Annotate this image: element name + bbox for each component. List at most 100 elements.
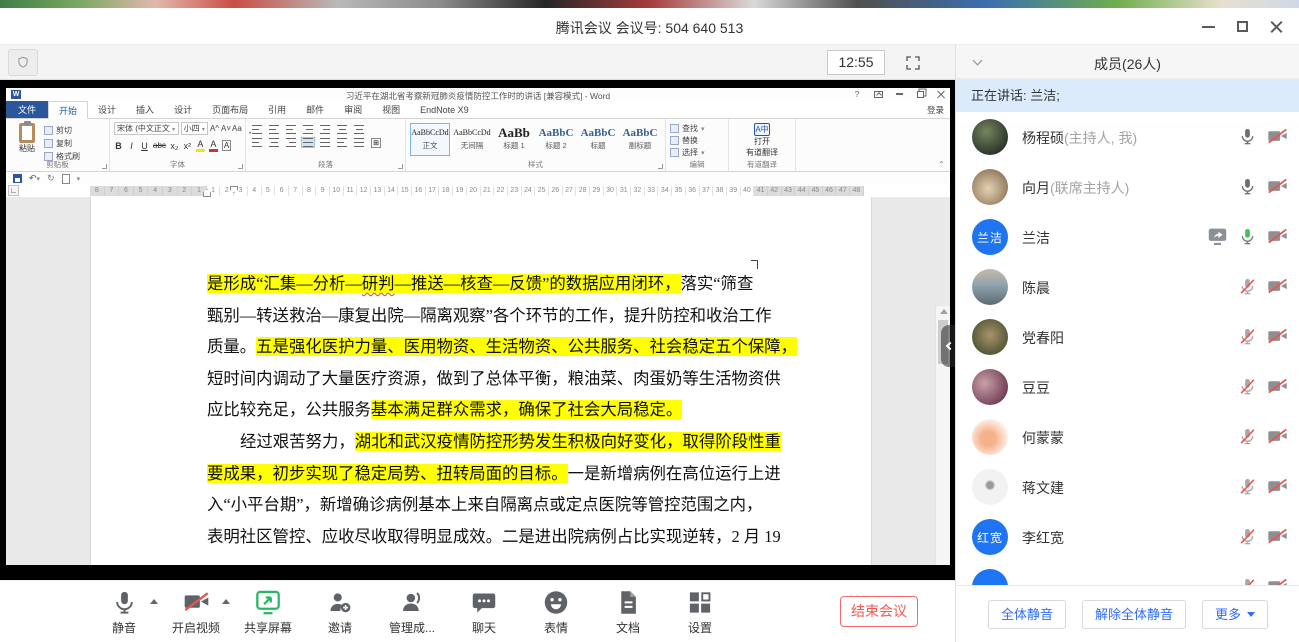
mic-icon[interactable] (1237, 126, 1258, 147)
ribbon-tab-2[interactable]: 设计 (88, 101, 126, 118)
mic-muted-icon[interactable] (1237, 376, 1258, 397)
options-caret-icon[interactable] (222, 599, 230, 604)
underline-button[interactable]: U (140, 141, 149, 151)
camera-off-icon[interactable] (1267, 576, 1288, 585)
toolbar-chat-button[interactable]: 聊天 (448, 587, 520, 636)
show-formatting-marks-button[interactable] (352, 124, 366, 135)
select-button[interactable]: 选择▾ (670, 147, 724, 158)
copy-button[interactable]: 复制 (44, 138, 80, 149)
strikethrough-button[interactable]: abc (153, 141, 166, 150)
ribbon-tab-10[interactable]: EndNote X9 (410, 101, 479, 118)
mute-all-button[interactable]: 全体静音 (988, 600, 1066, 629)
bold-button[interactable]: B (114, 141, 123, 151)
mic-muted-icon[interactable] (1237, 476, 1258, 497)
align-center-button[interactable] (267, 137, 281, 148)
style-chip[interactable]: AaBbCcDd正文 (410, 123, 450, 156)
member-row[interactable]: 向月(联席主持人) (956, 162, 1299, 212)
camera-off-icon[interactable] (1267, 476, 1288, 497)
mic-muted-icon[interactable] (1237, 326, 1258, 347)
camera-off-icon[interactable] (1267, 526, 1288, 547)
numbered-list-button[interactable] (267, 124, 281, 135)
camera-off-icon[interactable] (1267, 326, 1288, 347)
decrease-indent-button[interactable] (301, 124, 315, 135)
security-shield-button[interactable] (8, 49, 38, 76)
word-help-button[interactable]: ? (851, 89, 863, 99)
mic-muted-icon[interactable] (1237, 276, 1258, 297)
ribbon-tab-6[interactable]: 引用 (258, 101, 296, 118)
tab-stop-selector[interactable]: ∟ (8, 185, 19, 196)
paragraph-dialog-launcher[interactable] (398, 164, 403, 169)
italic-button[interactable]: I (127, 141, 136, 151)
toolbar-emoji-button[interactable]: 表情 (520, 587, 592, 636)
sidebar-collapse-handle[interactable] (941, 325, 955, 367)
unmute-all-button[interactable]: 解除全体静音 (1082, 600, 1186, 629)
member-row[interactable]: 红宽李红宽 (956, 512, 1299, 562)
mic-muted-icon[interactable] (1237, 426, 1258, 447)
end-meeting-button[interactable]: 结束会议 (840, 596, 918, 627)
word-minimize-button[interactable] (893, 89, 905, 99)
align-right-button[interactable] (284, 137, 298, 148)
ribbon-tab-3[interactable]: 插入 (126, 101, 164, 118)
member-row[interactable]: 豆豆 (956, 362, 1299, 412)
sort-button[interactable] (335, 124, 349, 135)
style-chip[interactable]: AaBb标题 1 (494, 123, 534, 156)
toolbar-mic-button[interactable]: 静音 (88, 587, 160, 636)
paste-button[interactable]: 粘贴 (10, 122, 44, 160)
superscript-button[interactable]: x² (183, 141, 192, 151)
scroll-up-arrow[interactable] (940, 309, 948, 314)
line-spacing-button[interactable] (335, 137, 349, 148)
ribbon-tab-5[interactable]: 页面布局 (202, 101, 258, 118)
qat-customize-arrow[interactable]: ▾ (77, 175, 81, 183)
subscript-button[interactable]: x₂ (170, 141, 179, 151)
ribbon-tab-1[interactable]: 开始 (48, 101, 88, 119)
bullet-list-button[interactable] (250, 124, 264, 135)
mic-muted-icon[interactable] (1237, 576, 1258, 585)
close-button[interactable] (1259, 12, 1293, 42)
save-icon[interactable] (13, 174, 22, 183)
shrink-font-button[interactable]: A˅ (221, 124, 230, 133)
replace-button[interactable]: 替换 (670, 135, 724, 146)
align-left-button[interactable] (250, 137, 264, 148)
toolbar-settings-button[interactable]: 设置 (664, 587, 736, 636)
font-dialog-launcher[interactable] (238, 164, 243, 169)
toolbar-doc-button[interactable]: 文档 (592, 587, 664, 636)
style-chip[interactable]: AaBbC副标题 (620, 123, 660, 156)
options-caret-icon[interactable] (150, 599, 158, 604)
mic-muted-icon[interactable] (1237, 526, 1258, 547)
grow-font-button[interactable]: A^ (210, 124, 219, 133)
cut-button[interactable]: 剪切 (44, 125, 80, 136)
camera-off-icon[interactable] (1267, 376, 1288, 397)
justify-button[interactable] (301, 137, 315, 148)
distribute-button[interactable] (318, 137, 332, 148)
camera-off-icon[interactable] (1267, 276, 1288, 297)
font-name-select[interactable]: 宋体 (中文正文 ▾ (114, 122, 179, 135)
maximize-button[interactable] (1225, 12, 1259, 42)
ribbon-tab-file[interactable]: 文件 (6, 101, 48, 118)
ribbon-display-options-button[interactable] (872, 89, 884, 99)
style-chip[interactable]: AaBbCcDd无间隔 (452, 123, 492, 156)
member-row[interactable]: 杨程硕(主持人, 我) (956, 112, 1299, 162)
member-row[interactable]: 何蒙蒙 (956, 412, 1299, 462)
word-sign-in[interactable]: 登录 (927, 104, 944, 116)
camera-off-icon[interactable] (1267, 226, 1288, 247)
member-row[interactable] (956, 562, 1299, 585)
ribbon-tab-7[interactable]: 邮件 (296, 101, 334, 118)
camera-off-icon[interactable] (1267, 126, 1288, 147)
multilevel-list-button[interactable] (284, 124, 298, 135)
fullscreen-button[interactable] (901, 51, 925, 75)
document-canvas[interactable]: 是形成“汇集—分析—研判—推送—核查—反馈”的数据应用闭环，落实“筛查甄别—转送… (6, 197, 950, 565)
ribbon-tab-9[interactable]: 视图 (372, 101, 410, 118)
member-row[interactable]: 蒋文建 (956, 462, 1299, 512)
style-chip[interactable]: AaBbC标题 2 (536, 123, 576, 156)
minimize-button[interactable] (1191, 12, 1225, 42)
toolbar-share-button[interactable]: 共享屏幕 (232, 587, 304, 636)
word-restore-button[interactable] (914, 89, 926, 99)
font-size-select[interactable]: 小四 ▾ (181, 122, 208, 135)
youdao-translate-button[interactable]: A中 打开 有道翻译 (733, 122, 791, 158)
more-button[interactable]: 更多 (1202, 600, 1268, 629)
member-row[interactable]: 党春阳 (956, 312, 1299, 362)
toolbar-invite-button[interactable]: 邀请 (304, 587, 376, 636)
print-preview-icon[interactable] (62, 174, 70, 184)
mic-speaking-icon[interactable] (1237, 226, 1258, 247)
member-row[interactable]: 兰洁兰洁 (956, 212, 1299, 262)
